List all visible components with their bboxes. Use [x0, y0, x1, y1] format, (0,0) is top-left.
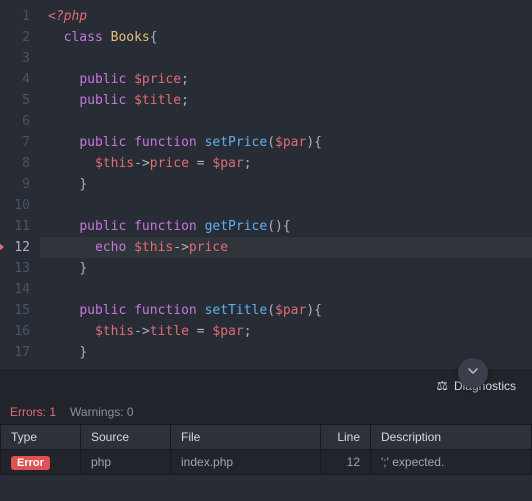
error-badge: Error — [11, 456, 50, 470]
line-number: 14 — [0, 279, 40, 300]
warnings-count: Warnings: 0 — [70, 405, 134, 419]
line-number: 11 — [0, 216, 40, 237]
line-number: 12 — [0, 237, 40, 258]
cell-line: 12 — [321, 450, 371, 475]
table-row[interactable]: Error phpindex.php12';' expected. — [1, 450, 532, 475]
line-number: 4 — [0, 69, 40, 90]
code-line[interactable]: public function setPrice($par){ — [40, 132, 532, 153]
line-number: 6 — [0, 111, 40, 132]
code-line[interactable] — [40, 111, 532, 132]
code-line[interactable]: $this->price = $par; — [40, 153, 532, 174]
cell-file: index.php — [171, 450, 321, 475]
code-line[interactable]: class Books{ — [40, 27, 532, 48]
code-line[interactable]: $this->title = $par; — [40, 321, 532, 342]
cell-source: php — [81, 450, 171, 475]
line-number: 7 — [0, 132, 40, 153]
code-line[interactable]: } — [40, 174, 532, 195]
code-line[interactable] — [40, 279, 532, 300]
panel-toggle-button[interactable] — [458, 358, 488, 388]
line-number-gutter: 1234567891011121314151617 — [0, 0, 40, 370]
line-number: 9 — [0, 174, 40, 195]
diagnostics-table: Type Source File Line Description Error p… — [0, 424, 532, 475]
code-line[interactable]: echo $this->price — [40, 237, 532, 258]
code-editor[interactable]: 1234567891011121314151617 <?php class Bo… — [0, 0, 532, 370]
cell-type: Error — [1, 450, 81, 475]
line-number: 2 — [0, 27, 40, 48]
line-number: 13 — [0, 258, 40, 279]
errors-count: Errors: 1 — [10, 405, 56, 419]
col-source[interactable]: Source — [81, 425, 171, 450]
col-description[interactable]: Description — [371, 425, 532, 450]
cell-description: ';' expected. — [371, 450, 532, 475]
line-number: 16 — [0, 321, 40, 342]
diagnostics-header[interactable]: ⚖ Diagnostics — [0, 370, 532, 400]
diagnostics-summary: Errors: 1 Warnings: 0 — [0, 400, 532, 424]
line-number: 17 — [0, 342, 40, 363]
code-line[interactable]: } — [40, 342, 532, 363]
code-line[interactable]: public $price; — [40, 69, 532, 90]
code-line[interactable]: public function setTitle($par){ — [40, 300, 532, 321]
scales-icon: ⚖ — [436, 378, 448, 394]
error-marker-icon — [0, 242, 4, 252]
line-number: 5 — [0, 90, 40, 111]
line-number: 3 — [0, 48, 40, 69]
chevron-down-icon — [467, 365, 479, 381]
col-line[interactable]: Line — [321, 425, 371, 450]
line-number: 8 — [0, 153, 40, 174]
col-type[interactable]: Type — [1, 425, 81, 450]
code-line[interactable] — [40, 48, 532, 69]
code-area[interactable]: <?php class Books{ public $price; public… — [40, 0, 532, 370]
line-number: 15 — [0, 300, 40, 321]
table-header-row: Type Source File Line Description — [1, 425, 532, 450]
code-line[interactable]: public function getPrice(){ — [40, 216, 532, 237]
code-line[interactable]: } — [40, 258, 532, 279]
code-line[interactable]: <?php — [40, 6, 532, 27]
line-number: 1 — [0, 6, 40, 27]
col-file[interactable]: File — [171, 425, 321, 450]
line-number: 10 — [0, 195, 40, 216]
code-line[interactable]: public $title; — [40, 90, 532, 111]
code-line[interactable] — [40, 195, 532, 216]
